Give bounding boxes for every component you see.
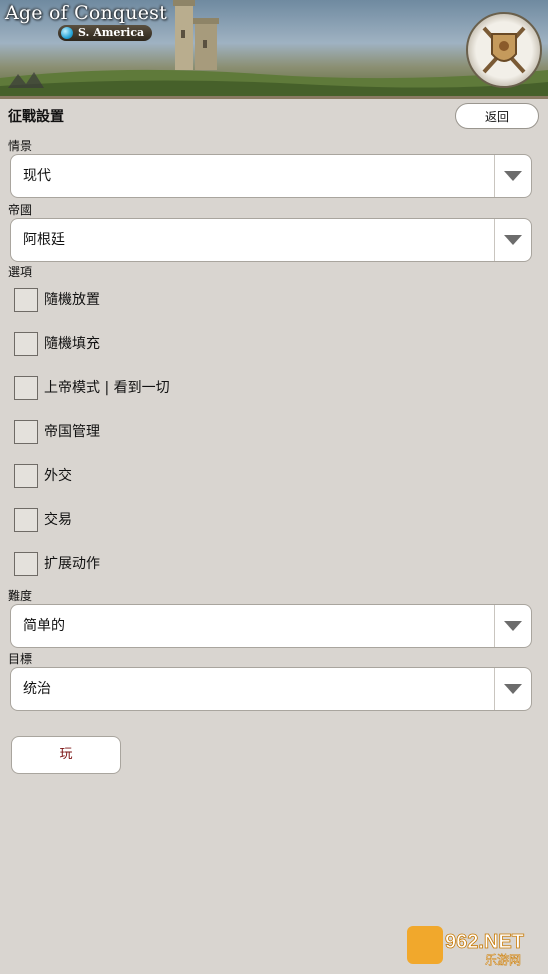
difficulty-value: 简单的 <box>23 618 65 634</box>
options-label: 選項 <box>8 265 33 279</box>
scenario-label: 情景 <box>8 139 33 153</box>
scenario-value: 现代 <box>23 168 51 184</box>
region-badge: S. America <box>58 25 153 41</box>
option-label: 扩展动作 <box>44 556 100 572</box>
globe-icon <box>61 27 73 39</box>
developer-logo-icon <box>8 72 44 88</box>
goal-select[interactable]: 统治 <box>10 667 532 711</box>
goal-value: 统治 <box>23 681 51 697</box>
back-button[interactable]: 返回 <box>455 103 539 129</box>
watermark-brand: 962.NET <box>445 931 524 953</box>
checkbox[interactable] <box>14 508 38 532</box>
shield-emblem-icon <box>466 12 542 88</box>
difficulty-label: 難度 <box>8 589 33 603</box>
option-label: 交易 <box>44 512 72 528</box>
watermark-sub: 乐游网 <box>485 953 521 967</box>
checkbox[interactable] <box>14 332 38 356</box>
page-title: 征戰設置 <box>8 109 64 125</box>
chevron-down-icon[interactable] <box>494 219 531 261</box>
goal-label: 目標 <box>8 652 33 666</box>
checkbox[interactable] <box>14 376 38 400</box>
difficulty-select[interactable]: 简单的 <box>10 604 532 648</box>
option-label: 上帝模式 | 看到一切 <box>44 380 170 396</box>
empire-select[interactable]: 阿根廷 <box>10 218 532 262</box>
chevron-down-icon[interactable] <box>494 155 531 197</box>
checkbox[interactable] <box>14 552 38 576</box>
option-label: 隨機放置 <box>44 292 100 308</box>
chevron-down-icon[interactable] <box>494 605 531 647</box>
chevron-down-icon[interactable] <box>494 668 531 710</box>
game-title: Age of Conquest <box>5 2 167 24</box>
watermark-logo: 962.NET 乐游网 <box>407 926 524 967</box>
region-label: S. America <box>78 26 145 39</box>
scenario-select[interactable]: 现代 <box>10 154 532 198</box>
game-banner: Age of Conquest S. America <box>0 0 548 99</box>
checkbox[interactable] <box>14 464 38 488</box>
empire-label: 帝國 <box>8 203 33 217</box>
option-label: 隨機填充 <box>44 336 100 352</box>
empire-value: 阿根廷 <box>23 232 65 248</box>
play-button[interactable]: 玩 <box>11 736 121 774</box>
castle-illustration <box>173 0 219 70</box>
option-label: 外交 <box>44 468 72 484</box>
option-label: 帝国管理 <box>44 424 100 440</box>
checkbox[interactable] <box>14 420 38 444</box>
checkbox[interactable] <box>14 288 38 312</box>
landscape-hills <box>0 69 548 96</box>
